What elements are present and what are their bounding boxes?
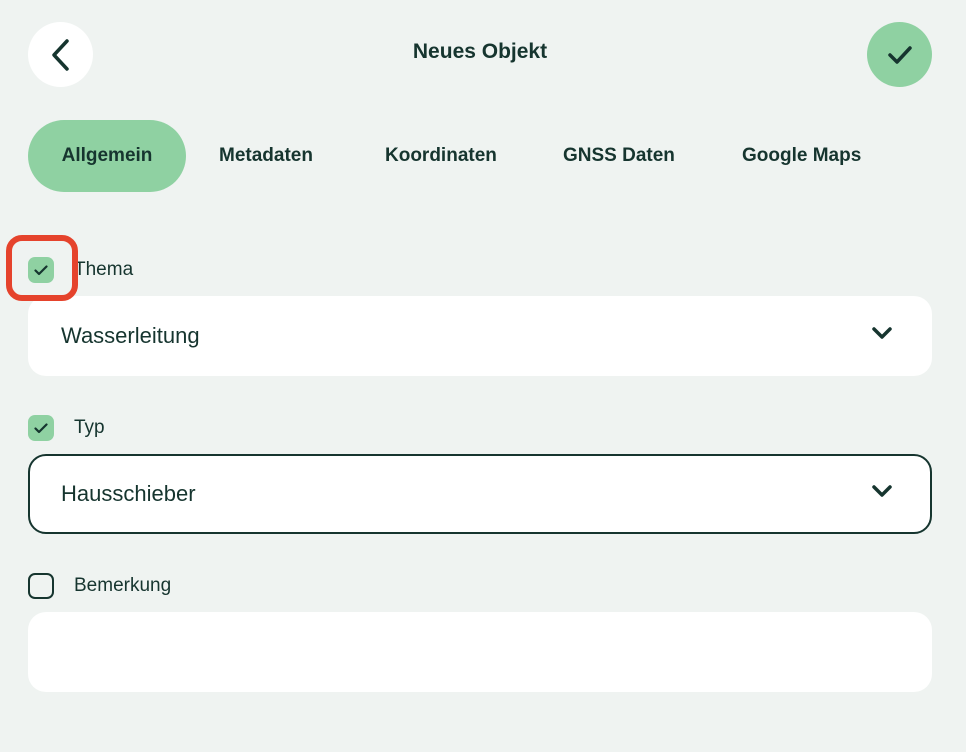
chevron-down-icon bbox=[872, 327, 892, 339]
thema-select-value: Wasserleitung bbox=[61, 323, 200, 348]
check-icon bbox=[34, 264, 48, 275]
tab-koordinaten[interactable]: Koordinaten bbox=[385, 120, 497, 192]
typ-label: Typ bbox=[74, 417, 105, 438]
typ-select-value: Hausschieber bbox=[61, 481, 196, 506]
tab-metadaten[interactable]: Metadaten bbox=[219, 120, 313, 192]
bemerkung-input[interactable] bbox=[28, 612, 932, 692]
thema-label-row: Thema bbox=[28, 256, 133, 284]
bemerkung-label: Bemerkung bbox=[74, 575, 172, 596]
thema-checkbox[interactable] bbox=[28, 257, 54, 283]
thema-select[interactable]: Wasserleitung bbox=[28, 296, 932, 376]
chevron-down-icon bbox=[872, 485, 892, 497]
page-title: Neues Objekt bbox=[412, 40, 548, 63]
typ-checkbox[interactable] bbox=[28, 415, 54, 441]
tab-gnss-daten[interactable]: GNSS Daten bbox=[563, 120, 675, 192]
check-icon bbox=[887, 45, 912, 64]
typ-select[interactable]: Hausschieber bbox=[28, 454, 932, 534]
confirm-button[interactable] bbox=[867, 22, 932, 87]
typ-label-row: Typ bbox=[28, 414, 105, 442]
header: Neues Objekt bbox=[0, 0, 966, 110]
check-icon bbox=[34, 422, 48, 433]
bemerkung-label-row: Bemerkung bbox=[28, 572, 171, 600]
thema-label: Thema bbox=[74, 259, 134, 280]
tab-google-maps[interactable]: Google Maps bbox=[742, 120, 861, 192]
bemerkung-checkbox[interactable] bbox=[28, 573, 54, 599]
tab-allgemein[interactable]: Allgemein bbox=[28, 120, 186, 192]
